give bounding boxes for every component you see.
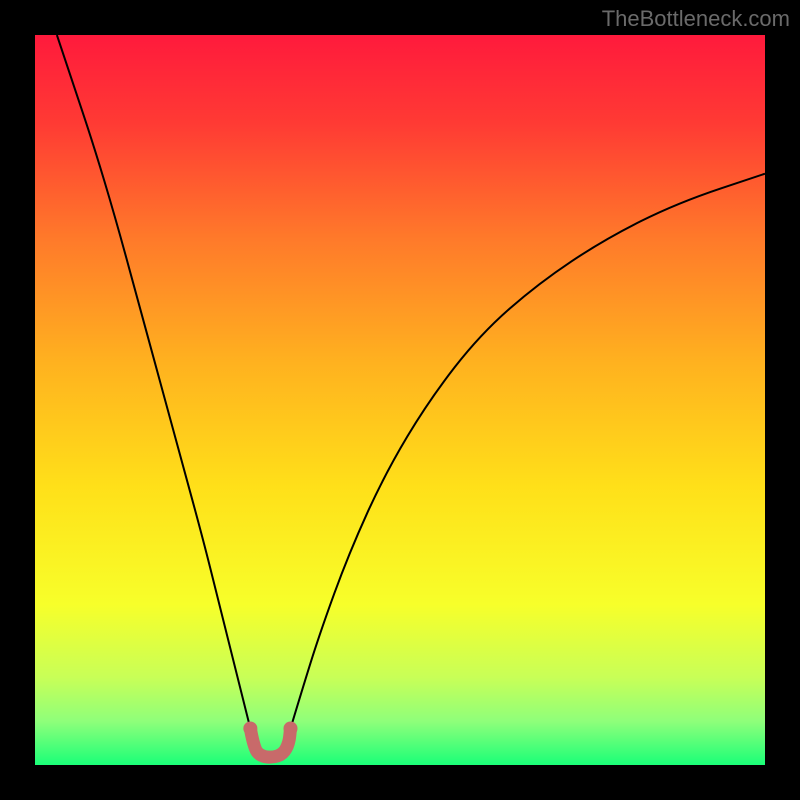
bottleneck-chart	[35, 35, 765, 765]
minimum-endpoint-left	[243, 722, 257, 736]
minimum-endpoint-right	[284, 722, 298, 736]
plot-background	[35, 35, 765, 765]
watermark-text: TheBottleneck.com	[602, 6, 790, 32]
outer-frame: TheBottleneck.com	[0, 0, 800, 800]
